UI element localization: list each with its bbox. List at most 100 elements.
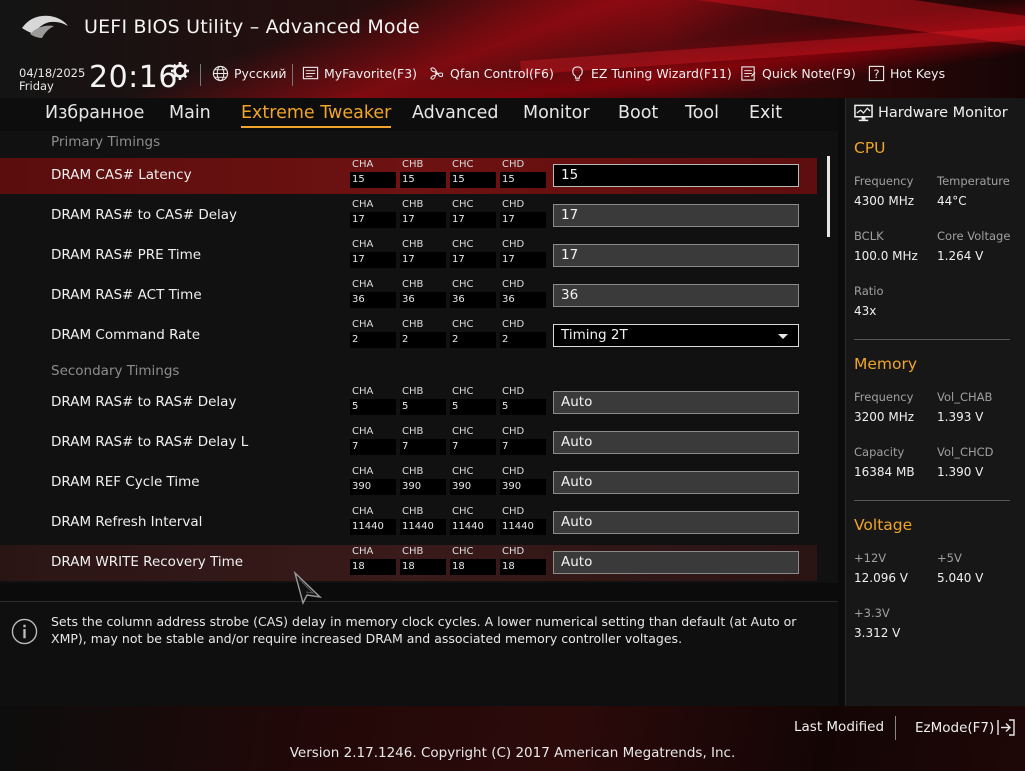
- channel-name: CHB: [402, 426, 424, 437]
- setting-label: DRAM WRITE Recovery Time: [51, 554, 244, 570]
- channel-name: CHC: [452, 426, 474, 437]
- tab-main[interactable]: Main: [169, 103, 211, 123]
- channel-name: CHD: [502, 466, 525, 477]
- toolbar-divider: [200, 64, 201, 86]
- setting-value-field[interactable]: 17: [553, 204, 799, 227]
- setting-value-field[interactable]: Auto: [553, 511, 799, 534]
- channel-name: CHD: [502, 279, 525, 290]
- channel-name: CHB: [402, 319, 424, 330]
- channel-name: CHA: [352, 239, 374, 250]
- hw-divider: [854, 500, 1010, 501]
- channel-value: 5: [450, 399, 496, 415]
- setting-value-field[interactable]: Auto: [553, 391, 799, 414]
- qfan-control-button[interactable]: Qfan Control(F6): [428, 65, 554, 82]
- channel-readout: CHB 17: [400, 199, 446, 233]
- setting-row[interactable]: DRAM RAS# to RAS# Delay CHA 5 CHB 5 CHC 5 CHD 5 A…: [0, 385, 817, 421]
- channel-name: CHC: [452, 239, 474, 250]
- setting-dropdown[interactable]: Timing 2T: [553, 324, 799, 347]
- app-title: UEFI BIOS Utility – Advanced Mode: [84, 16, 420, 38]
- ez-tuning-wizard-button[interactable]: EZ Tuning Wizard(F11): [569, 65, 732, 82]
- channel-name: CHD: [502, 546, 525, 557]
- tab-favorites[interactable]: Избранное: [45, 103, 144, 123]
- rog-logo-icon: [22, 15, 68, 38]
- setting-value-field[interactable]: Auto: [553, 551, 799, 574]
- ez-tuning-wizard-label: EZ Tuning Wizard(F11): [591, 66, 732, 81]
- memory-frequency-value: 3200 MHz: [854, 410, 915, 424]
- setting-value-field[interactable]: 15: [553, 164, 799, 187]
- hot-keys-button[interactable]: ? Hot Keys: [868, 65, 945, 82]
- setting-value-field[interactable]: Auto: [553, 431, 799, 454]
- date-display: 04/18/2025 Friday: [19, 67, 85, 93]
- last-modified-button[interactable]: Last Modified: [794, 719, 884, 735]
- channel-value: 390: [450, 479, 496, 495]
- gear-icon[interactable]: [171, 62, 189, 80]
- tab-exit[interactable]: Exit: [749, 103, 782, 123]
- channel-value: 15: [500, 172, 546, 188]
- setting-label: DRAM REF Cycle Time: [51, 474, 200, 490]
- language-button[interactable]: Русский: [212, 65, 286, 82]
- setting-row[interactable]: DRAM RAS# to CAS# Delay CHA 17 CHB 17 CHC 17 CH…: [0, 198, 817, 234]
- tab-monitor[interactable]: Monitor: [523, 103, 590, 123]
- setting-row[interactable]: DRAM RAS# to RAS# Delay L CHA 7 CHB 7 CHC 7 CHD…: [0, 425, 817, 461]
- channel-readout: CHC 17: [450, 239, 496, 273]
- channel-readout: CHC 5: [450, 386, 496, 420]
- channel-value: 17: [450, 212, 496, 228]
- channel-readout: CHB 390: [400, 466, 446, 500]
- channel-readout: CHC 15: [450, 159, 496, 193]
- channel-name: CHB: [402, 386, 424, 397]
- channel-value: 17: [350, 212, 396, 228]
- tab-boot[interactable]: Boot: [618, 103, 658, 123]
- setting-row[interactable]: DRAM CAS# Latency CHA 15 CHB 15 CHC 15 CHD 15 15: [0, 158, 817, 194]
- channel-name: CHC: [452, 319, 474, 330]
- setting-row[interactable]: DRAM Command Rate CHA 2 CHB 2 CHC 2 CHD 2 Timing …: [0, 318, 817, 354]
- tab-advanced[interactable]: Advanced: [412, 103, 498, 123]
- my-favorite-button[interactable]: MyFavorite(F3): [302, 65, 417, 82]
- footer-bar: Last Modified EzMode(F7) Version 2.17.12…: [0, 706, 1025, 771]
- ez-mode-label: EzMode(F7): [915, 719, 995, 736]
- channel-name: CHD: [502, 386, 525, 397]
- channel-value: 7: [400, 439, 446, 455]
- channel-readout: CHC 36: [450, 279, 496, 313]
- channel-readout: CHB 5: [400, 386, 446, 420]
- setting-row[interactable]: DRAM Refresh Interval CHA 11440 CHB 11440 CHC…: [0, 505, 817, 541]
- channel-name: CHC: [452, 546, 474, 557]
- channel-name: CHA: [352, 159, 374, 170]
- channel-readout: CHB 2: [400, 319, 446, 353]
- channel-readout: CHD 17: [500, 199, 546, 233]
- channel-value: 17: [500, 252, 546, 268]
- setting-value-text: Auto: [561, 394, 593, 410]
- channel-readout: CHC 2: [450, 319, 496, 353]
- channel-value: 2: [500, 332, 546, 348]
- channel-name: CHC: [452, 159, 474, 170]
- hw-divider: [854, 339, 1010, 340]
- channel-value: 17: [500, 212, 546, 228]
- setting-row[interactable]: DRAM WRITE Recovery Time CHA 18 CHB 18 CHC 18 C…: [0, 545, 817, 581]
- cpu-temperature-label: Temperature: [937, 174, 1010, 188]
- ez-mode-button[interactable]: EzMode(F7): [915, 719, 1015, 736]
- bclk-label: BCLK: [854, 229, 884, 243]
- channel-readout: CHA 18: [350, 546, 396, 580]
- tab-extreme-tweaker[interactable]: Extreme Tweaker: [241, 103, 392, 128]
- channel-name: CHA: [352, 466, 374, 477]
- vol-chcd-label: Vol_CHCD: [937, 445, 994, 459]
- setting-value-field[interactable]: 17: [553, 244, 799, 267]
- vol-chab-label: Vol_CHAB: [937, 390, 993, 404]
- bclk-value: 100.0 MHz: [854, 249, 918, 263]
- channel-value: 36: [450, 292, 496, 308]
- quick-note-button[interactable]: Quick Note(F9): [740, 65, 856, 82]
- v33-label: +3.3V: [854, 606, 890, 620]
- core-voltage-label: Core Voltage: [937, 229, 1011, 243]
- scrollbar-thumb[interactable]: [827, 156, 830, 237]
- setting-row[interactable]: DRAM RAS# PRE Time CHA 17 CHB 17 CHC 17 CHD 17 17: [0, 238, 817, 274]
- setting-value-field[interactable]: 36: [553, 284, 799, 307]
- setting-label: DRAM Command Rate: [51, 327, 201, 343]
- setting-row[interactable]: DRAM RAS# ACT Time CHA 36 CHB 36 CHC 36 CHD 36 36: [0, 278, 817, 314]
- channel-name: CHB: [402, 239, 424, 250]
- setting-row[interactable]: DRAM REF Cycle Time CHA 390 CHB 390 CHC 390 CHD…: [0, 465, 817, 501]
- setting-label: DRAM RAS# ACT Time: [51, 287, 202, 303]
- footer-divider: [895, 716, 896, 740]
- channel-readout: CHD 36: [500, 279, 546, 313]
- setting-value-field[interactable]: Auto: [553, 471, 799, 494]
- tab-tool[interactable]: Tool: [685, 103, 719, 123]
- globe-icon: [212, 65, 229, 82]
